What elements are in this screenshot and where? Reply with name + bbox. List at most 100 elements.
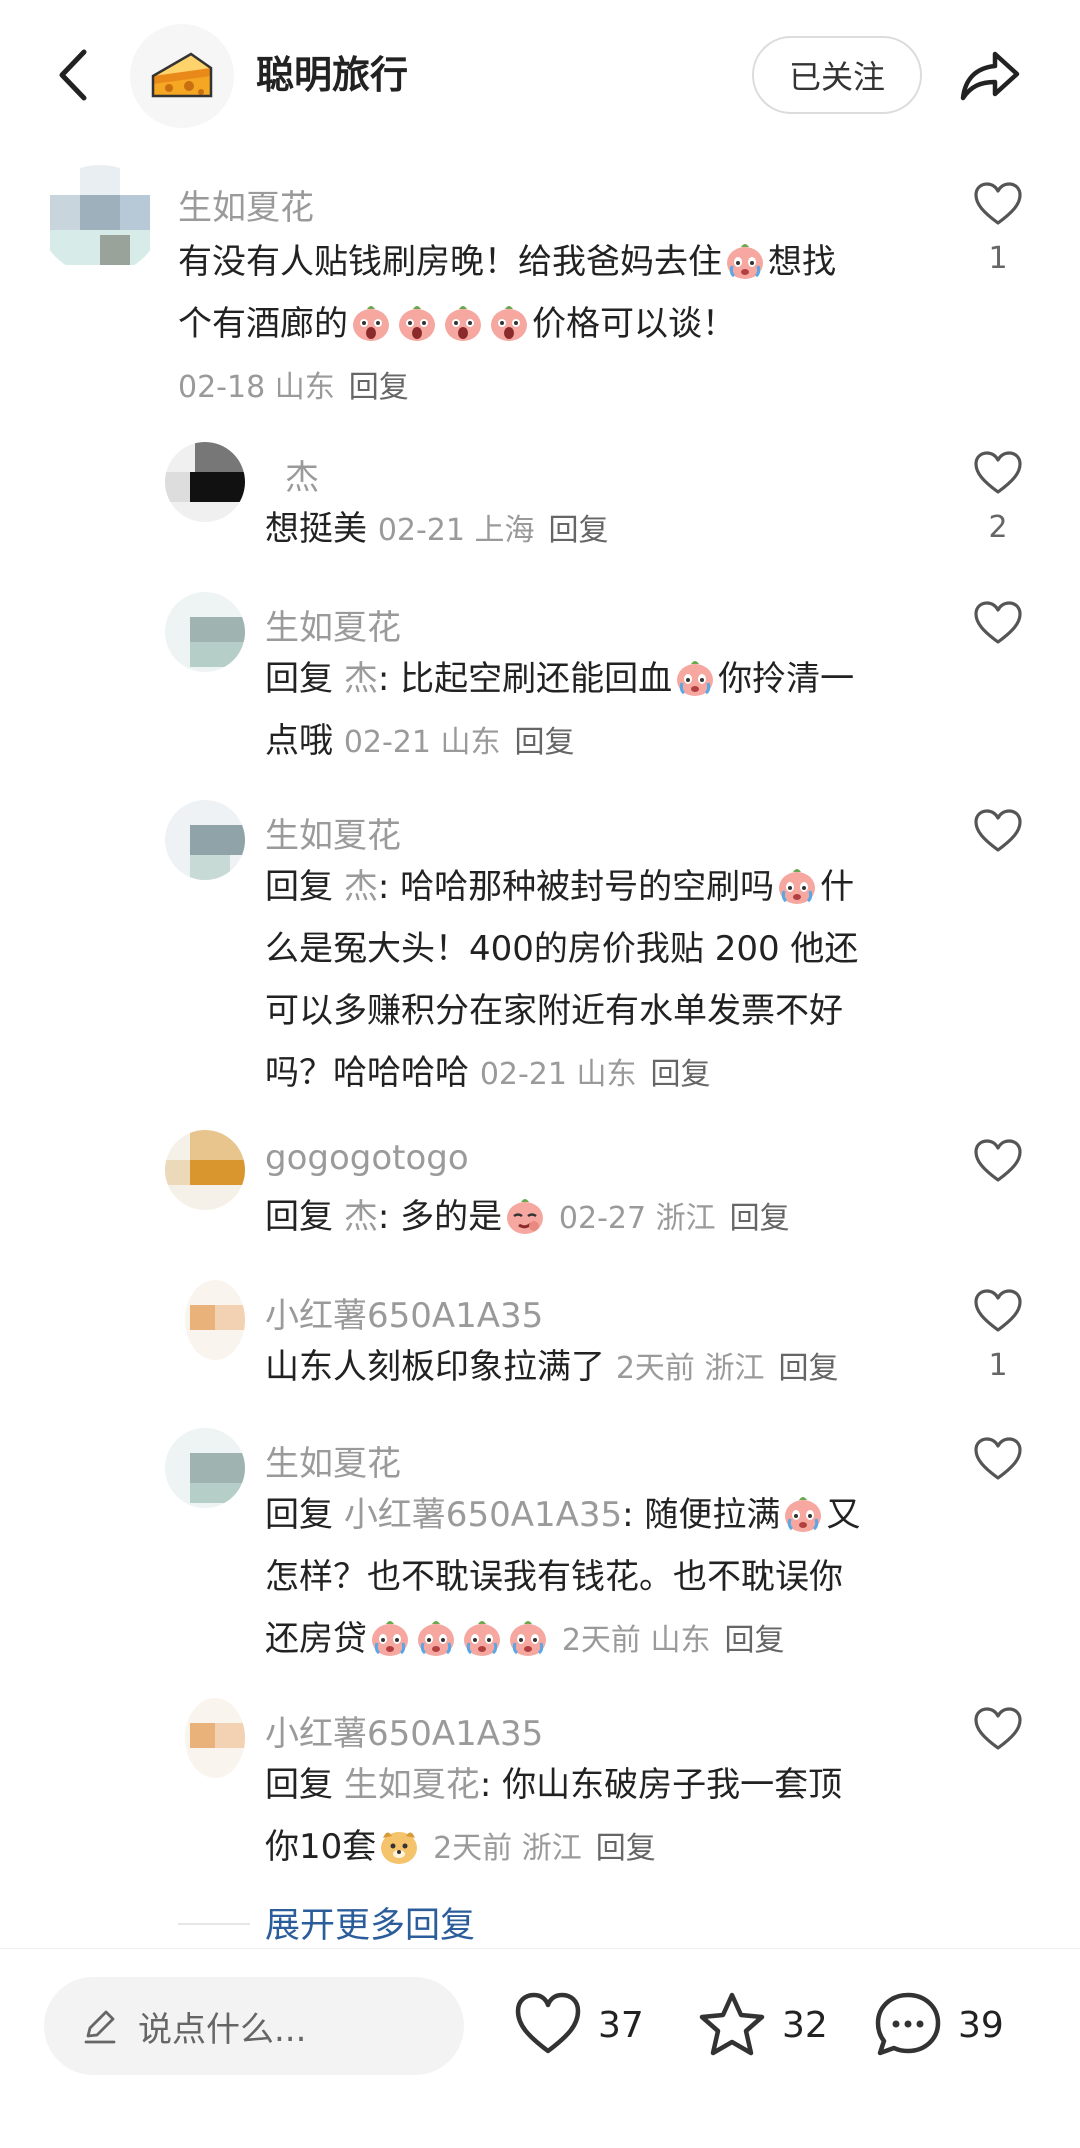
- comment-meta: 02-27 浙江 回复: [558, 1201, 790, 1236]
- crying-emoji-icon: [507, 1616, 549, 1658]
- dog-emoji-icon: [378, 1824, 420, 1866]
- heart-icon: [973, 1288, 1023, 1334]
- comment-text: 有没有人贴钱刷房晚！给我爸妈去住 想找 个有酒廊的 价格可以谈！ 02-18 山东回…: [178, 231, 938, 419]
- crying-emoji-icon: [782, 1492, 824, 1534]
- avatar[interactable]: [165, 800, 245, 880]
- like-count: 1: [988, 1348, 1008, 1383]
- reply-button[interactable]: 回复: [651, 1057, 711, 1092]
- comment-text: 回复 杰: 比起空刷还能回血 你拎清一 点哦 02-21 山东 回复: [265, 648, 945, 774]
- reply-button[interactable]: 回复: [730, 1201, 790, 1236]
- like-button[interactable]: 1: [970, 1288, 1026, 1383]
- like-button[interactable]: [970, 600, 1026, 660]
- comment-text: 回复 小红薯650A1A35: 随便拉满又 怎样？也不耽误我有钱花。也不耽误你 …: [265, 1484, 945, 1672]
- reply-target-name[interactable]: 杰: [344, 659, 378, 699]
- comment-author[interactable]: 小红薯650A1A35: [265, 1288, 543, 1337]
- avatar[interactable]: [165, 1130, 245, 1210]
- page-title: 聪明旅行: [256, 53, 409, 97]
- comment-author[interactable]: gogogotogo: [265, 1138, 469, 1178]
- avatar[interactable]: [165, 442, 245, 522]
- back-arrow-icon[interactable]: [40, 40, 110, 110]
- like-count: 2: [988, 510, 1008, 545]
- comment-count: 39: [958, 2004, 1004, 2046]
- like-button[interactable]: [970, 1436, 1026, 1496]
- reply-button[interactable]: 回复: [724, 1623, 784, 1658]
- shocked-emoji-icon: [442, 301, 484, 343]
- comment-text: 山东人刻板印象拉满了 2天前 浙江 回复: [265, 1347, 839, 1387]
- follow-button[interactable]: 已关注: [752, 36, 922, 114]
- shocked-emoji-icon: [396, 301, 438, 343]
- comment-text: 回复 生如夏花: 你山东破房子我一套顶 你10套 2天前 浙江 回复: [265, 1765, 843, 1867]
- favorite-button[interactable]: 32: [696, 1989, 828, 2061]
- comment-text: 回复 杰: 多的是 02-27 浙江 回复: [265, 1186, 945, 1250]
- cheese-logo-icon: [151, 52, 213, 98]
- comment-author[interactable]: 生如夏花: [265, 1436, 401, 1485]
- like-count: 37: [598, 2004, 644, 2046]
- comment-input-placeholder: 说点什么...: [138, 2009, 307, 2050]
- crying-emoji-icon: [369, 1616, 411, 1658]
- reply-button[interactable]: 回复: [778, 1351, 838, 1386]
- pencil-icon: [84, 2010, 116, 2044]
- comment-text: 想挺美 02-21 上海 回复: [265, 509, 609, 549]
- heart-icon: [973, 808, 1023, 854]
- comment-author[interactable]: 生如夏花: [265, 600, 401, 649]
- crying-emoji-icon: [415, 1616, 457, 1658]
- comment-author[interactable]: 生如夏花: [178, 180, 314, 229]
- comment-bubble-icon: [875, 1992, 941, 2056]
- comment-text: 回复 杰: 哈哈那种被封号的空刷吗什 么是冤大头！400的房价我贴 200 他还…: [265, 856, 945, 1106]
- heart-icon: [515, 1992, 581, 2054]
- heart-icon: [973, 600, 1023, 646]
- crying-emoji-icon: [674, 656, 716, 698]
- reply-button[interactable]: 回复: [349, 370, 409, 405]
- crying-emoji-icon: [461, 1616, 503, 1658]
- crying-emoji-icon: [776, 864, 818, 906]
- shocked-emoji-icon: [350, 301, 392, 343]
- like-button[interactable]: [970, 1706, 1026, 1766]
- reply-target-name[interactable]: 生如夏花: [344, 1765, 480, 1805]
- star-icon: [699, 1992, 765, 2056]
- like-button[interactable]: [970, 808, 1026, 868]
- like-post-button[interactable]: 37: [512, 1989, 644, 2061]
- reply-target-name[interactable]: 小红薯650A1A35: [344, 1495, 622, 1535]
- author-avatar[interactable]: [130, 24, 234, 128]
- reply-target-name[interactable]: 杰: [344, 1197, 378, 1237]
- reply-button[interactable]: 回复: [549, 513, 609, 548]
- comment-meta: 02-18 山东 回复: [178, 370, 409, 405]
- comment-meta: 02-21 上海 回复: [377, 513, 609, 548]
- crying-emoji-icon: [724, 239, 766, 281]
- reply-button[interactable]: 回复: [515, 725, 575, 760]
- avatar[interactable]: [185, 1698, 245, 1778]
- comment-input[interactable]: 说点什么...: [44, 1977, 464, 2075]
- comment-meta: 2天前 浙江 回复: [433, 1831, 656, 1866]
- shocked-emoji-icon: [488, 301, 530, 343]
- like-count: 1: [988, 241, 1008, 276]
- comment-author[interactable]: 杰: [285, 450, 319, 499]
- bottom-action-bar: 说点什么... 37 32 39: [0, 1948, 1080, 2148]
- comment-meta: 02-21 山东 回复: [343, 725, 575, 760]
- comment-meta: 02-21 山东 回复: [479, 1057, 711, 1092]
- heart-icon: [973, 181, 1023, 227]
- like-button[interactable]: [970, 1138, 1026, 1198]
- avatar[interactable]: [40, 165, 160, 275]
- share-icon[interactable]: [955, 40, 1027, 112]
- reply-button[interactable]: 回复: [596, 1831, 656, 1866]
- comment-meta: 2天前 浙江 回复: [615, 1351, 839, 1386]
- comment-button[interactable]: 39: [872, 1989, 1004, 2061]
- comment-author[interactable]: 小红薯650A1A35: [265, 1706, 543, 1755]
- divider: [178, 1923, 250, 1925]
- avatar[interactable]: [165, 592, 245, 672]
- like-button[interactable]: 2: [970, 450, 1026, 545]
- heart-icon: [973, 1138, 1023, 1184]
- heart-icon: [973, 1706, 1023, 1752]
- expand-more-replies-link[interactable]: 展开更多回复: [265, 1897, 475, 1948]
- avatar[interactable]: [165, 1428, 245, 1508]
- heart-icon: [973, 1436, 1023, 1482]
- like-button[interactable]: 1: [970, 181, 1026, 276]
- smirking-emoji-icon: [504, 1194, 546, 1236]
- heart-icon: [973, 450, 1023, 496]
- favorite-count: 32: [782, 2004, 828, 2046]
- reply-target-name[interactable]: 杰: [344, 867, 378, 907]
- comment-meta: 2天前 山东 回复: [561, 1623, 785, 1658]
- avatar[interactable]: [185, 1280, 245, 1360]
- comment-author[interactable]: 生如夏花: [265, 808, 401, 857]
- top-bar: 聪明旅行 已关注: [0, 0, 1080, 150]
